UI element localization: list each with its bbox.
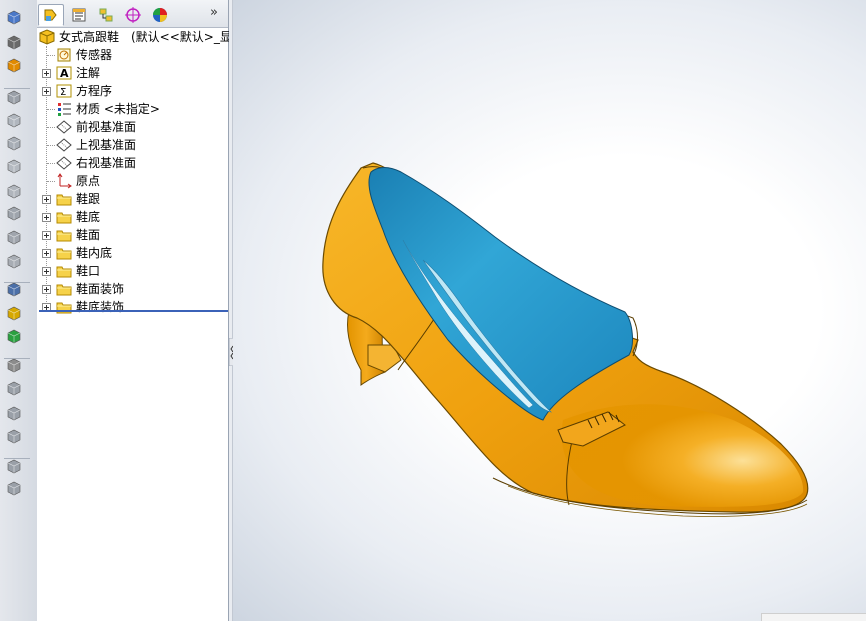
tree-item-label: 右视基准面 <box>76 156 137 170</box>
dimxpert-tab[interactable] <box>120 4 146 26</box>
tree-item-5[interactable]: 前视基准面 <box>56 118 136 136</box>
command-toolbar <box>0 0 38 621</box>
move-face-icon[interactable] <box>4 379 24 397</box>
tree-item-label: 上视基准面 <box>76 138 137 152</box>
tree-item-label: 传感器 <box>76 48 113 62</box>
part-icon <box>39 29 55 45</box>
linear-pattern-icon[interactable] <box>4 252 24 270</box>
delete-icon[interactable] <box>4 479 24 497</box>
configuration-manager-icon <box>99 8 113 22</box>
tree-item-10[interactable]: 鞋底 <box>56 208 100 226</box>
plane-icon <box>56 119 72 135</box>
feature-tree-tab[interactable] <box>38 4 64 26</box>
tree-item-13[interactable]: 鞋口 <box>56 262 100 280</box>
sphere-icon[interactable] <box>4 327 24 345</box>
tree-item-label: 鞋底装饰 <box>76 300 125 314</box>
tree-item-label: 注解 <box>76 66 101 80</box>
move-copy-icon[interactable] <box>4 404 24 422</box>
tree-item-3[interactable]: Σ 方程序 <box>56 82 112 100</box>
tree-item-2[interactable]: A 注解 <box>56 64 100 82</box>
plane-icon <box>56 137 72 153</box>
tree-item-label: 鞋口 <box>76 264 101 278</box>
display-manager-icon <box>153 8 167 22</box>
mirror-icon[interactable] <box>4 228 24 246</box>
svg-text:A: A <box>60 67 69 80</box>
feature-manager-panel: » 女式高跟鞋 (默认<<默认>_显示 传感器 A 注解 Σ 方程序材质 <未指定> 前视… <box>37 0 244 621</box>
extruded-cut-icon[interactable] <box>4 88 24 106</box>
property-manager-icon <box>72 8 86 22</box>
more-tabs-button[interactable]: » <box>210 5 218 20</box>
plane-icon <box>56 155 72 171</box>
property-manager-tab[interactable] <box>66 4 92 26</box>
folder-icon <box>56 227 72 243</box>
shoe-model[interactable] <box>233 0 866 621</box>
configuration-manager-tab[interactable] <box>93 4 119 26</box>
tree-item-11[interactable]: 鞋面 <box>56 226 100 244</box>
expand-toggle[interactable] <box>42 195 51 204</box>
tree-item-label: 鞋内底 <box>76 246 113 260</box>
tree-item-label: 鞋底 <box>76 210 101 224</box>
tree-item-12[interactable]: 鞋内底 <box>56 244 112 262</box>
tree-item-7[interactable]: 右视基准面 <box>56 154 136 172</box>
intersect-icon[interactable] <box>4 457 24 475</box>
tree-item-1[interactable]: 传感器 <box>56 46 112 64</box>
expand-toggle[interactable] <box>42 285 51 294</box>
expand-toggle[interactable] <box>42 267 51 276</box>
folder-icon <box>56 245 72 261</box>
tree-item-9[interactable]: 鞋跟 <box>56 190 100 208</box>
tree-item-14[interactable]: 鞋面装饰 <box>56 280 124 298</box>
expand-toggle[interactable] <box>42 231 51 240</box>
combine-icon[interactable] <box>4 427 24 445</box>
part-name: 女式高跟鞋 (默认<<默认>_显示 <box>59 30 244 44</box>
box-select-icon[interactable] <box>4 304 24 322</box>
tree-root-part[interactable]: 女式高跟鞋 (默认<<默认>_显示 <box>39 28 244 46</box>
svg-text:Σ: Σ <box>60 87 66 98</box>
folder-icon <box>56 299 72 315</box>
tree-item-4[interactable]: 材质 <未指定> <box>56 100 160 118</box>
folder-icon <box>56 191 72 207</box>
extruded-boss-icon[interactable] <box>4 8 24 26</box>
dimxpert-icon <box>125 7 141 23</box>
chamfer-icon[interactable] <box>4 134 24 152</box>
tree-item-label: 鞋面 <box>76 228 101 242</box>
origin-icon <box>56 173 72 189</box>
expand-toggle[interactable] <box>42 69 51 78</box>
toolbar-separator <box>4 358 30 359</box>
tree-item-label: 鞋跟 <box>76 192 101 206</box>
revolved-boss-icon[interactable] <box>4 33 24 51</box>
sensor-icon <box>56 47 72 63</box>
annotations-icon: A <box>56 65 72 81</box>
tree-item-8[interactable]: 原点 <box>56 172 100 190</box>
folder-icon <box>56 281 72 297</box>
expand-toggle[interactable] <box>42 249 51 258</box>
equations-icon: Σ <box>56 83 72 99</box>
shell-icon[interactable] <box>4 204 24 222</box>
tree-item-6[interactable]: 上视基准面 <box>56 136 136 154</box>
toolbar-separator <box>4 88 30 89</box>
toolbar-separator <box>4 458 30 459</box>
rib-icon[interactable] <box>4 157 24 175</box>
feature-manager-tabs: » <box>37 0 228 28</box>
expand-toggle[interactable] <box>42 213 51 222</box>
toolbar-separator <box>4 282 30 283</box>
swept-boss-icon[interactable] <box>4 56 24 74</box>
rollback-bar[interactable] <box>39 310 228 312</box>
tree-item-15[interactable]: 鞋底装饰 <box>56 298 124 316</box>
tree-item-label: 方程序 <box>76 84 113 98</box>
tree-item-label: 材质 <未指定> <box>76 102 160 116</box>
fillet-icon[interactable] <box>4 111 24 129</box>
tree-item-label: 原点 <box>76 174 101 188</box>
folder-icon <box>56 263 72 279</box>
display-manager-tab[interactable] <box>147 4 173 26</box>
expand-toggle[interactable] <box>42 87 51 96</box>
material-icon <box>56 101 72 117</box>
draft-icon[interactable] <box>4 182 24 200</box>
folder-icon <box>56 209 72 225</box>
tree-item-label: 鞋面装饰 <box>76 282 125 296</box>
tree-item-label: 前视基准面 <box>76 120 137 134</box>
graphics-area[interactable] <box>233 0 866 621</box>
feature-tree-icon <box>44 9 57 21</box>
status-corner <box>761 613 866 621</box>
